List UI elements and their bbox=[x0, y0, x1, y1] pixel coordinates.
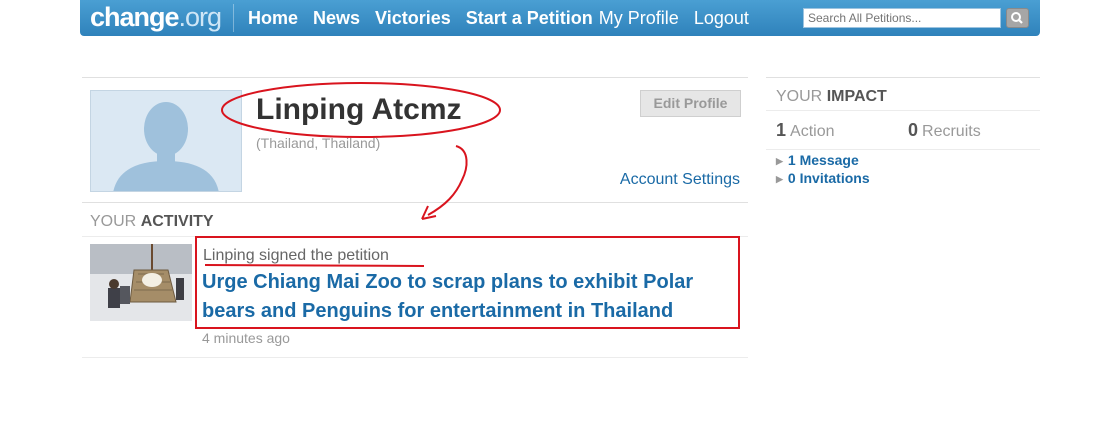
activity-section-title: YOUR ACTIVITY bbox=[90, 213, 214, 230]
edit-profile-button[interactable]: Edit Profile bbox=[640, 90, 741, 117]
impact-section-title: YOUR IMPACT bbox=[776, 88, 887, 105]
profile-bottom-rule bbox=[82, 202, 748, 203]
search-button[interactable] bbox=[1006, 8, 1029, 28]
default-avatar-silhouette-icon bbox=[113, 102, 219, 191]
recruits-stat: 0 Recruits bbox=[908, 120, 981, 140]
search-icon bbox=[1011, 12, 1023, 24]
nav-logout[interactable]: Logout bbox=[694, 8, 749, 29]
avatar bbox=[90, 90, 242, 192]
nav-start-petition[interactable]: Start a Petition bbox=[466, 8, 593, 29]
invitations-link[interactable]: ▶ 0 Invitations bbox=[776, 170, 870, 186]
nav-my-profile[interactable]: My Profile bbox=[599, 8, 679, 29]
top-navigation-bar: change.org Home News Victories Start a P… bbox=[80, 0, 1040, 36]
triangle-right-icon: ▶ bbox=[776, 155, 783, 166]
messages-link[interactable]: ▶ 1 Message bbox=[776, 152, 859, 168]
main-nav: Home News Victories Start a Petition My … bbox=[248, 0, 764, 36]
search-input[interactable] bbox=[803, 8, 1001, 28]
activity-timestamp: 4 minutes ago bbox=[202, 330, 290, 346]
triangle-right-icon: ▶ bbox=[776, 173, 783, 184]
change-org-logo[interactable]: change.org bbox=[90, 2, 222, 33]
nav-news[interactable]: News bbox=[313, 8, 360, 29]
profile-location: (Thailand, Thailand) bbox=[256, 135, 381, 151]
actions-stat: 1 Action bbox=[776, 120, 835, 140]
impact-top-rule bbox=[766, 77, 1040, 78]
polar-bear-photo-image bbox=[90, 244, 192, 321]
impact-rule-1 bbox=[766, 110, 1040, 111]
activity-rule bbox=[82, 236, 748, 237]
impact-rule-2 bbox=[766, 149, 1040, 150]
activity-description: Linping signed the petition bbox=[203, 247, 389, 264]
account-settings-link[interactable]: Account Settings bbox=[620, 171, 740, 189]
red-arrowhead-icon bbox=[421, 205, 437, 220]
nav-home[interactable]: Home bbox=[248, 8, 298, 29]
profile-top-rule bbox=[82, 77, 748, 78]
nav-victories[interactable]: Victories bbox=[375, 8, 451, 29]
signed-underline bbox=[204, 264, 425, 267]
activity-bottom-rule bbox=[82, 357, 748, 358]
petition-thumbnail[interactable] bbox=[90, 244, 192, 321]
red-arrow-icon bbox=[427, 145, 468, 216]
profile-name: Linping Atcmz bbox=[256, 93, 462, 126]
petition-title-link[interactable]: Urge Chiang Mai Zoo to scrap plans to ex… bbox=[202, 268, 738, 326]
logo-divider bbox=[233, 4, 234, 32]
